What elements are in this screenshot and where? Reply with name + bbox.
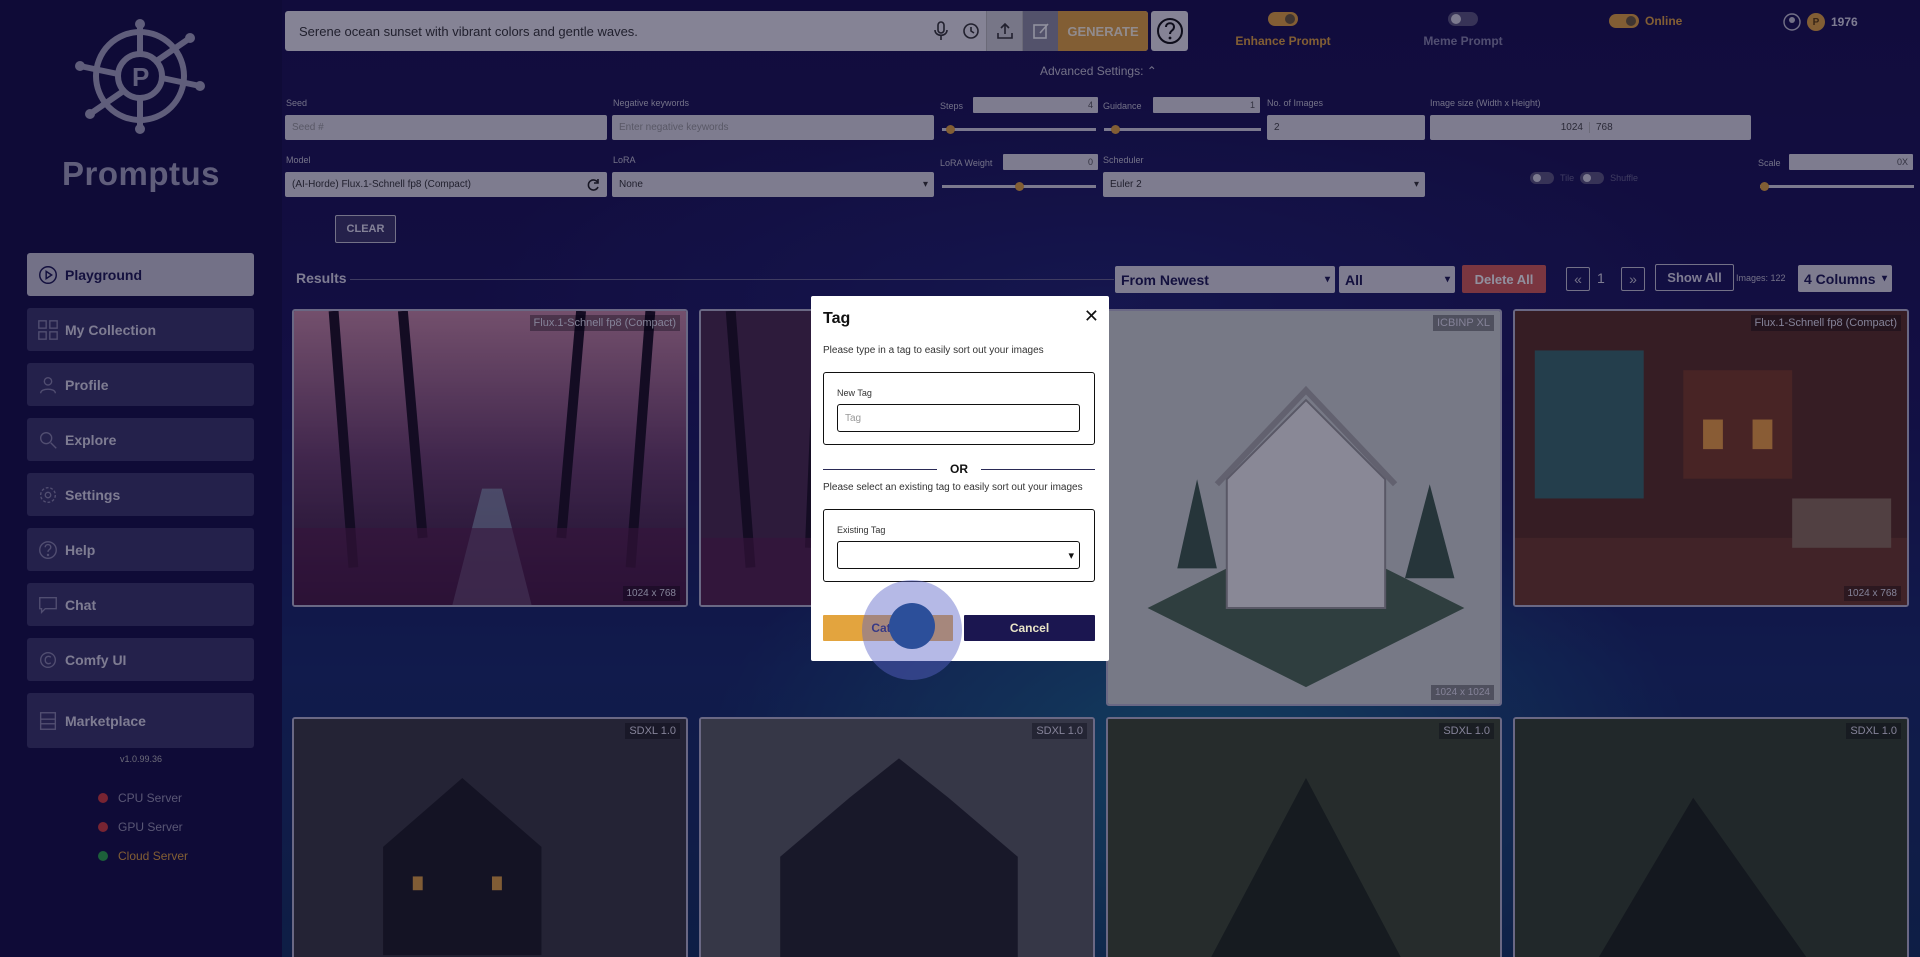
chevron-down-icon: ▾ (1068, 549, 1074, 562)
close-icon[interactable]: ✕ (1084, 306, 1099, 327)
new-tag-box: New Tag Tag (823, 372, 1095, 445)
modal-title: Tag (823, 310, 851, 327)
existing-tag-label: Existing Tag (837, 525, 886, 535)
existing-tag-instructions: Please select an existing tag to easily … (823, 482, 1083, 493)
new-tag-label: New Tag (837, 388, 872, 398)
existing-tag-select[interactable]: ▾ (837, 541, 1080, 569)
or-divider: OR (823, 462, 1095, 476)
new-tag-instructions: Please type in a tag to easily sort out … (823, 345, 1044, 356)
click-indicator-dot (889, 603, 935, 649)
existing-tag-box: Existing Tag ▾ (823, 509, 1095, 582)
cancel-button[interactable]: Cancel (964, 615, 1095, 641)
new-tag-input[interactable]: Tag (837, 404, 1080, 432)
tag-modal: Tag ✕ Please type in a tag to easily sor… (811, 296, 1109, 661)
